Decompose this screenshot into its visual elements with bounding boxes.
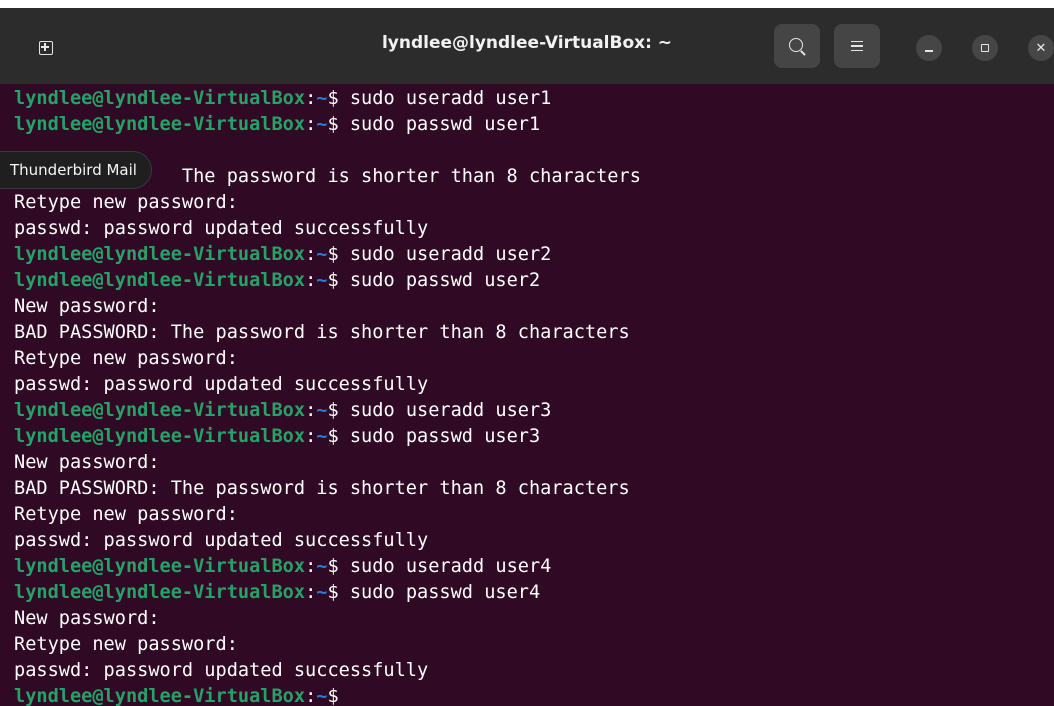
output-line: New password: xyxy=(14,294,1044,320)
command-line: lyndlee@lyndlee-VirtualBox:~$ sudo usera… xyxy=(14,86,1044,112)
prompt-path: ~ xyxy=(316,686,328,706)
output-line: New password: xyxy=(14,606,1044,632)
output-line: passwd: password updated successfully xyxy=(14,372,1044,398)
command-line: lyndlee@lyndlee-VirtualBox:~$ sudo passw… xyxy=(14,268,1044,294)
output-line: New password: xyxy=(14,450,1044,476)
command-text: sudo useradd user2 xyxy=(338,244,552,265)
command-text: sudo passwd user3 xyxy=(338,426,541,447)
command-text: sudo useradd user3 xyxy=(338,400,552,421)
prompt-user: lyndlee@lyndlee-VirtualBox xyxy=(14,270,306,291)
prompt-dollar: $ xyxy=(327,686,339,706)
command-text: sudo useradd user1 xyxy=(338,88,552,109)
output-line: passwd: password updated successfully xyxy=(14,528,1044,554)
hamburger-menu-icon xyxy=(851,40,863,43)
output-line: Retype new password: xyxy=(14,632,1044,658)
search-button[interactable] xyxy=(774,24,820,68)
prompt-user: lyndlee@lyndlee-VirtualBox xyxy=(14,556,306,577)
search-icon xyxy=(788,37,803,52)
prompt-dollar: $ xyxy=(327,88,339,109)
prompt-user: lyndlee@lyndlee-VirtualBox xyxy=(14,426,306,447)
prompt-path: ~ xyxy=(316,114,328,135)
output-text: Retype new password: xyxy=(14,504,238,525)
title-bar[interactable]: lyndlee@lyndlee-VirtualBox: ~ ✕ xyxy=(0,8,1054,84)
window-title: lyndlee@lyndlee-VirtualBox: ~ xyxy=(381,33,673,53)
prompt-dollar: $ xyxy=(327,582,339,603)
maximize-icon xyxy=(981,44,989,52)
prompt-path: ~ xyxy=(316,582,328,603)
command-text: sudo passwd user2 xyxy=(338,270,541,291)
maximize-button[interactable] xyxy=(972,35,998,61)
prompt-dollar: $ xyxy=(327,400,339,421)
output-text: passwd: password updated successfully xyxy=(14,660,429,681)
prompt-separator: : xyxy=(305,582,317,603)
prompt-separator: : xyxy=(305,556,317,577)
prompt-separator: : xyxy=(305,426,317,447)
output-text: passwd: password updated successfully xyxy=(14,530,429,551)
output-text: BAD PASSWORD: The password is shorter th… xyxy=(14,322,630,343)
minimize-button[interactable] xyxy=(916,35,942,61)
command-line: lyndlee@lyndlee-VirtualBox:~$ xyxy=(14,684,1044,706)
prompt-dollar: $ xyxy=(327,244,339,265)
prompt-user: lyndlee@lyndlee-VirtualBox xyxy=(14,244,306,265)
output-line: passwd: password updated successfully xyxy=(14,658,1044,684)
prompt-dollar: $ xyxy=(327,556,339,577)
prompt-path: ~ xyxy=(316,88,328,109)
command-line: lyndlee@lyndlee-VirtualBox:~$ sudo passw… xyxy=(14,424,1044,450)
output-text: Retype new password: xyxy=(14,348,238,369)
prompt-user: lyndlee@lyndlee-VirtualBox xyxy=(14,114,306,135)
output-line: Retype new password: xyxy=(14,502,1044,528)
prompt-user: lyndlee@lyndlee-VirtualBox xyxy=(14,582,306,603)
prompt-user: lyndlee@lyndlee-VirtualBox xyxy=(14,400,306,421)
prompt-separator: : xyxy=(305,686,317,706)
prompt-separator: : xyxy=(305,114,317,135)
close-icon: ✕ xyxy=(1035,40,1047,56)
prompt-dollar: $ xyxy=(327,270,339,291)
command-text: sudo passwd user1 xyxy=(338,114,541,135)
output-text: passwd: password updated successfully xyxy=(14,218,429,239)
terminal-output[interactable]: lyndlee@lyndlee-VirtualBox:~$ sudo usera… xyxy=(14,86,1044,706)
minimize-icon xyxy=(925,50,933,52)
output-text: New password: xyxy=(14,452,160,473)
new-tab-icon xyxy=(39,41,53,55)
tooltip-label: Thunderbird Mail xyxy=(10,161,137,179)
command-line: lyndlee@lyndlee-VirtualBox:~$ sudo passw… xyxy=(14,580,1044,606)
output-line: passwd: password updated successfully xyxy=(14,216,1044,242)
prompt-user: lyndlee@lyndlee-VirtualBox xyxy=(14,88,306,109)
output-text: Retype new password: xyxy=(14,634,238,655)
prompt-path: ~ xyxy=(316,556,328,577)
command-line: lyndlee@lyndlee-VirtualBox:~$ sudo usera… xyxy=(14,398,1044,424)
prompt-path: ~ xyxy=(316,400,328,421)
dock-tooltip: Thunderbird Mail xyxy=(0,151,152,189)
prompt-separator: : xyxy=(305,270,317,291)
terminal-window: lyndlee@lyndlee-VirtualBox: ~ ✕ lyndlee@… xyxy=(0,8,1054,706)
new-tab-button[interactable] xyxy=(24,28,68,68)
output-line: BAD PASSWORD: The password is shorter th… xyxy=(14,320,1044,346)
close-button[interactable]: ✕ xyxy=(1028,35,1054,61)
prompt-path: ~ xyxy=(316,244,328,265)
command-line: lyndlee@lyndlee-VirtualBox:~$ sudo usera… xyxy=(14,242,1044,268)
prompt-user: lyndlee@lyndlee-VirtualBox xyxy=(14,686,306,706)
prompt-separator: : xyxy=(305,400,317,421)
prompt-separator: : xyxy=(305,244,317,265)
prompt-path: ~ xyxy=(316,270,328,291)
output-line: BAD PASSWORD: The password is shorter th… xyxy=(14,476,1044,502)
output-text: New password: xyxy=(14,608,160,629)
prompt-dollar: $ xyxy=(327,114,339,135)
output-text: BAD PASSWORD: The password is shorter th… xyxy=(14,478,630,499)
prompt-dollar: $ xyxy=(327,426,339,447)
output-text: New password: xyxy=(14,296,160,317)
prompt-path: ~ xyxy=(316,426,328,447)
output-text: passwd: password updated successfully xyxy=(14,374,429,395)
prompt-separator: : xyxy=(305,88,317,109)
command-line: lyndlee@lyndlee-VirtualBox:~$ sudo passw… xyxy=(14,112,1044,138)
output-line: Retype new password: xyxy=(14,190,1044,216)
command-line: lyndlee@lyndlee-VirtualBox:~$ sudo usera… xyxy=(14,554,1044,580)
output-line: Retype new password: xyxy=(14,346,1044,372)
output-text: Retype new password: xyxy=(14,192,238,213)
command-text: sudo passwd user4 xyxy=(338,582,541,603)
output-line: The password is shorter than 8 character… xyxy=(14,164,1044,190)
command-text: sudo useradd user4 xyxy=(338,556,552,577)
menu-button[interactable] xyxy=(834,24,880,68)
